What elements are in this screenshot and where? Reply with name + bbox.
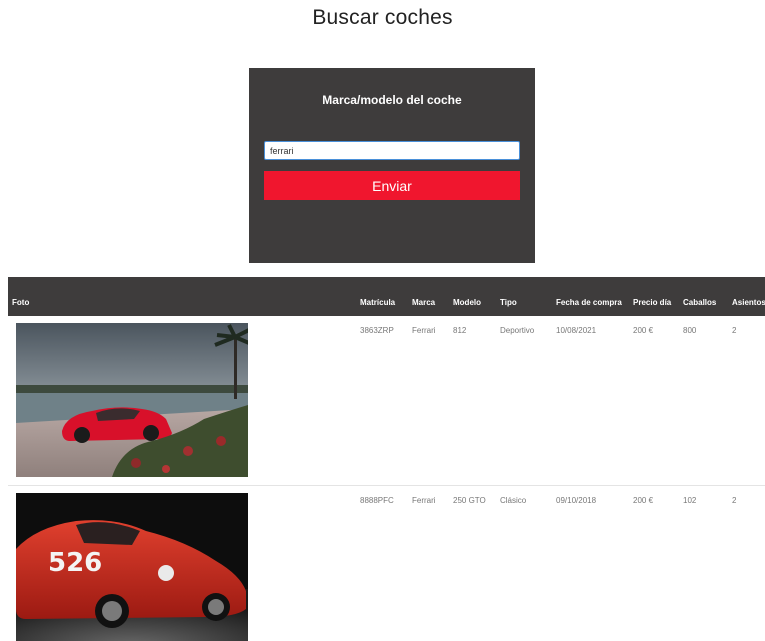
car-photo-ferrari-812 <box>16 323 248 477</box>
cell-asientos: 2 <box>728 316 765 486</box>
cell-modelo: 250 GTO <box>449 485 496 641</box>
cell-precio: 200 € <box>629 316 679 486</box>
cell-precio: 200 € <box>629 485 679 641</box>
table-row: 3863ZRP Ferrari 812 Deportivo 10/08/2021… <box>8 316 765 486</box>
photo-cell <box>8 316 356 486</box>
cell-marca: Ferrari <box>408 316 449 486</box>
cell-fecha: 09/10/2018 <box>552 485 629 641</box>
header-caballos: Caballos <box>679 277 728 316</box>
header-asientos: Asientos <box>728 277 765 316</box>
header-matricula: Matrícula <box>356 277 408 316</box>
cell-caballos: 102 <box>679 485 728 641</box>
cell-asientos: 2 <box>728 485 765 641</box>
search-input[interactable] <box>264 141 520 160</box>
header-precio: Precio día <box>629 277 679 316</box>
race-number: 526 <box>48 548 102 578</box>
table-header-row: Foto Matrícula Marca Modelo Tipo Fecha d… <box>8 277 765 316</box>
car-photo-ferrari-250-gto: 526 <box>16 492 248 641</box>
page-title: Buscar coches <box>312 6 453 29</box>
header-tipo: Tipo <box>496 277 552 316</box>
cell-marca: Ferrari <box>408 485 449 641</box>
header-modelo: Modelo <box>449 277 496 316</box>
table-row: 526 8888PFC Ferrari 250 GTO Clásico 09/1… <box>8 485 765 641</box>
search-panel: Marca/modelo del coche Enviar <box>249 68 535 263</box>
submit-button[interactable]: Enviar <box>264 171 520 200</box>
header-marca: Marca <box>408 277 449 316</box>
header-foto: Foto <box>8 277 356 316</box>
cell-matricula: 3863ZRP <box>356 316 408 486</box>
cell-caballos: 800 <box>679 316 728 486</box>
cell-tipo: Clásico <box>496 485 552 641</box>
cell-fecha: 10/08/2021 <box>552 316 629 486</box>
results-table: Foto Matrícula Marca Modelo Tipo Fecha d… <box>8 277 765 641</box>
cell-modelo: 812 <box>449 316 496 486</box>
photo-cell: 526 <box>8 485 356 641</box>
cell-tipo: Deportivo <box>496 316 552 486</box>
page: Buscar coches Marca/modelo del coche Env… <box>0 0 765 641</box>
header-fecha: Fecha de compra <box>552 277 629 316</box>
search-label: Marca/modelo del coche <box>322 93 462 107</box>
cell-matricula: 8888PFC <box>356 485 408 641</box>
results-table-wrapper: Foto Matrícula Marca Modelo Tipo Fecha d… <box>8 277 765 641</box>
